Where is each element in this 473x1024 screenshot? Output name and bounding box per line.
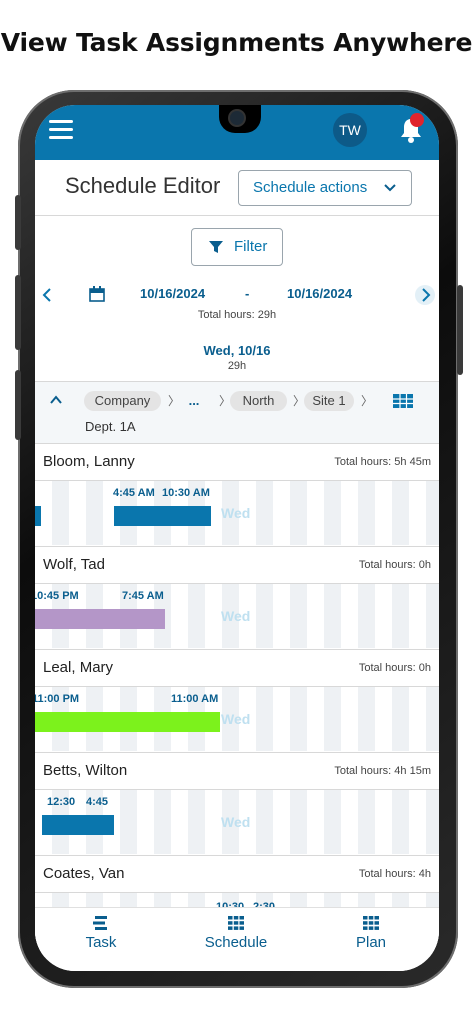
shift-lane[interactable]: Wed 11:00 PM 11:00 AM xyxy=(35,687,439,751)
employee-total-hours: Total hours: 4h xyxy=(358,868,431,880)
date-range-dash: - xyxy=(245,286,250,301)
phone-side-button xyxy=(15,370,21,440)
breadcrumb-item-company[interactable]: Company xyxy=(84,391,161,411)
funnel-icon xyxy=(209,241,223,253)
calendar-icon[interactable] xyxy=(89,286,105,302)
nav-plan-label: Plan xyxy=(355,934,387,951)
breadcrumb-separator: 〉 xyxy=(361,394,374,408)
employee-header[interactable]: Betts, Wilton Total hours: 4h 15m xyxy=(35,752,439,790)
employee-header[interactable]: Coates, Van Total hours: 4h xyxy=(35,855,439,893)
filter-label: Filter xyxy=(234,238,268,255)
day-watermark: Wed xyxy=(221,814,251,830)
day-total-hours: 29h xyxy=(227,360,247,372)
filter-button[interactable]: Filter xyxy=(191,228,283,266)
employee-total-hours: Total hours: 5h 45m xyxy=(334,456,431,468)
employee-name: Coates, Van xyxy=(43,865,125,882)
employee-total-hours: Total hours: 4h 15m xyxy=(334,765,431,777)
notification-badge xyxy=(410,113,424,127)
day-watermark: Wed xyxy=(221,505,251,521)
breadcrumb-item-site[interactable]: Site 1 xyxy=(304,391,354,411)
employee-name: Bloom, Lanny xyxy=(43,453,135,470)
nav-task[interactable]: Task xyxy=(51,916,151,951)
promo-headline: View Task Assignments Anywhere xyxy=(0,28,473,57)
prev-date-button[interactable] xyxy=(38,285,58,305)
grid-icon xyxy=(228,916,244,930)
shift-lane[interactable]: Wed 10:45 PM 7:45 AM xyxy=(35,584,439,648)
chevron-up-icon[interactable] xyxy=(49,394,63,406)
shift-lane[interactable]: Wed 12:30 4:45 xyxy=(35,790,439,854)
phone-power-button xyxy=(457,285,463,375)
shift-end-time: 10:30 AM xyxy=(162,487,210,499)
app-screen: TW Schedule Editor Schedule actions Filt… xyxy=(35,105,439,971)
shift-bar[interactable] xyxy=(42,815,114,835)
range-total-hours: Total hours: 29h xyxy=(197,309,277,321)
nav-schedule[interactable]: Schedule xyxy=(186,916,286,951)
page-title: Schedule Editor xyxy=(65,173,221,198)
employee-name: Betts, Wilton xyxy=(43,762,128,779)
employee-header[interactable]: Leal, Mary Total hours: 0h xyxy=(35,649,439,687)
shift-bar[interactable] xyxy=(35,712,220,732)
shift-start-time: 10:45 PM xyxy=(35,590,79,602)
day-column-header[interactable]: Wed, 10/16 xyxy=(35,343,439,358)
shift-end-time: 7:45 AM xyxy=(122,590,164,602)
employee-total-hours: Total hours: 0h xyxy=(358,662,431,674)
day-watermark: Wed xyxy=(221,711,251,727)
shift-start-time: 4:45 AM xyxy=(113,487,155,499)
divider xyxy=(35,215,439,216)
nav-task-label: Task xyxy=(85,934,117,951)
employee-header[interactable]: Wolf, Tad Total hours: 0h xyxy=(35,546,439,584)
avatar[interactable]: TW xyxy=(333,113,367,147)
breadcrumb-item-north[interactable]: North xyxy=(230,391,287,411)
shift-bar[interactable] xyxy=(35,609,165,629)
nav-plan[interactable]: Plan xyxy=(321,916,421,951)
shift-start-time: 12:30 xyxy=(47,796,76,808)
task-icon xyxy=(93,916,107,930)
phone-side-button xyxy=(15,275,21,350)
employee-name: Leal, Mary xyxy=(43,659,114,676)
phone-side-button xyxy=(15,195,21,250)
grid-icon xyxy=(363,916,379,930)
shift-start-time: 11:00 PM xyxy=(35,693,80,705)
start-date[interactable]: 10/16/2024 xyxy=(140,286,205,301)
bottom-nav: Task Schedule Plan xyxy=(35,907,439,971)
menu-icon[interactable] xyxy=(49,120,73,140)
chevron-down-icon xyxy=(384,184,396,192)
breadcrumb: Company 〉 ... 〉 North 〉 Site 1 〉 Dept. 1… xyxy=(35,381,439,443)
schedule-actions-dropdown[interactable]: Schedule actions xyxy=(238,170,412,206)
shift-lane[interactable]: Wed 4:45 AM 10:30 AM xyxy=(35,481,439,545)
camera-icon xyxy=(230,111,244,125)
shift-end-time: 11:00 AM xyxy=(171,693,219,705)
employee-name: Wolf, Tad xyxy=(43,556,105,573)
table-view-icon[interactable] xyxy=(393,394,413,408)
department-label: Dept. 1A xyxy=(85,419,136,434)
employee-header[interactable]: Bloom, Lanny Total hours: 5h 45m xyxy=(35,443,439,481)
employee-total-hours: Total hours: 0h xyxy=(358,559,431,571)
shift-bar[interactable] xyxy=(35,506,41,526)
shift-bar[interactable] xyxy=(114,506,211,526)
next-date-button[interactable] xyxy=(415,285,435,305)
schedule-actions-label: Schedule actions xyxy=(253,179,368,196)
nav-schedule-label: Schedule xyxy=(204,934,268,951)
breadcrumb-item-ellipsis[interactable]: ... xyxy=(179,391,209,411)
shift-end-time: 4:45 xyxy=(86,796,109,808)
day-watermark: Wed xyxy=(221,608,251,624)
end-date[interactable]: 10/16/2024 xyxy=(287,286,352,301)
